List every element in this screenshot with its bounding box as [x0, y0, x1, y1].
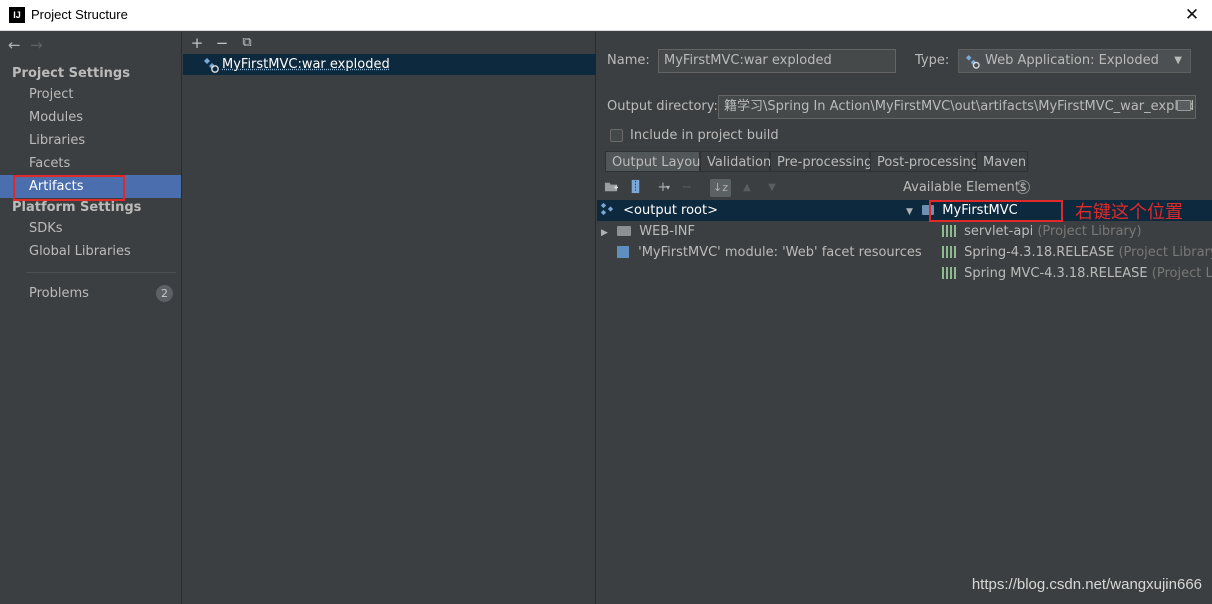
tree-item-label: WEB-INF [639, 224, 695, 239]
watermark: https://blog.csdn.net/wangxujin666 [971, 576, 1202, 593]
artifact-type-value: Web Application: Exploded [985, 53, 1159, 68]
create-archive-icon[interactable] [626, 179, 644, 197]
include-in-build-checkbox[interactable] [610, 129, 623, 142]
back-arrow-icon[interactable]: ← [8, 36, 26, 54]
add-dropdown-chevron-icon: ▾ [665, 183, 670, 192]
web-artifact-icon [965, 54, 980, 69]
add-artifact-button[interactable]: + [188, 34, 206, 52]
library-scope: (Project Library) [1151, 266, 1212, 281]
library-icon [942, 246, 956, 258]
history-navigation: ← → [8, 36, 48, 54]
web-artifact-icon [204, 58, 219, 73]
output-root-icon [600, 202, 614, 216]
sort-elements-button[interactable]: ↓z [710, 179, 731, 197]
tree-item-web-inf[interactable]: ▶ WEB-INF [601, 221, 695, 242]
annotation-text: 右键这个位置 [1075, 202, 1183, 223]
artifacts-list-panel: + − ⧉ MyFirstMVC:war exploded [183, 32, 596, 604]
library-icon [942, 225, 956, 237]
output-directory-label: Output directory: [607, 99, 718, 114]
browse-folder-icon[interactable] [1177, 100, 1191, 111]
project-settings-header: Project Settings [12, 66, 130, 81]
output-directory-value: 籍学习\Spring In Action\MyFirstMVC\out\arti… [724, 99, 1196, 114]
available-library-item[interactable]: Spring-4.3.18.RELEASE (Project Library) [942, 242, 1212, 263]
chevron-down-icon: ▼ [1174, 55, 1182, 66]
artifact-list-item[interactable]: MyFirstMVC:war exploded [183, 54, 596, 75]
sidebar-divider [26, 272, 176, 273]
tab-post-processing[interactable]: Post-processing [870, 151, 979, 172]
artifact-type-select[interactable]: Web Application: Exploded ▼ [958, 49, 1191, 73]
sidebar-item-problems[interactable]: Problems 2 [0, 282, 181, 305]
new-directory-icon[interactable] [602, 179, 620, 197]
help-icon[interactable]: ? [1016, 180, 1030, 194]
tree-item-facet-resources[interactable]: 'MyFirstMVC' module: 'Web' facet resourc… [617, 242, 922, 263]
copy-artifact-button[interactable]: ⧉ [238, 34, 256, 52]
artifact-details-panel: Name: MyFirstMVC:war exploded Type: Web … [597, 32, 1212, 604]
platform-settings-header: Platform Settings [12, 200, 142, 215]
collapse-arrow-icon[interactable]: ▼ [906, 202, 918, 223]
type-label: Type: [915, 53, 950, 68]
tab-output-layout[interactable]: Output Layout [605, 151, 705, 172]
sidebar: ← → Project Settings Project Modules Lib… [0, 32, 182, 604]
available-elements-label: Available Elements [903, 180, 1027, 195]
output-directory-field[interactable]: 籍学习\Spring In Action\MyFirstMVC\out\arti… [718, 95, 1196, 119]
problems-label: Problems [29, 286, 89, 301]
tab-validation[interactable]: Validation [700, 151, 771, 172]
remove-element-button[interactable]: − [678, 179, 696, 197]
library-name: Spring MVC-4.3.18.RELEASE [964, 266, 1148, 281]
title-bar: IJ Project Structure ✕ [0, 0, 1212, 31]
available-library-item[interactable]: Spring MVC-4.3.18.RELEASE (Project Libra… [942, 263, 1212, 284]
available-module-myfirstmvc[interactable]: ▼ MyFirstMVC [906, 200, 1018, 221]
library-scope: (Project Library) [1037, 224, 1142, 239]
sidebar-item-libraries[interactable]: Libraries [0, 129, 181, 152]
tab-maven[interactable]: Maven [976, 151, 1028, 172]
remove-artifact-button[interactable]: − [213, 34, 231, 52]
sidebar-item-sdks[interactable]: SDKs [0, 217, 181, 240]
move-up-button[interactable]: ▲ [738, 179, 756, 197]
include-in-build-label: Include in project build [630, 128, 779, 143]
library-name: Spring-4.3.18.RELEASE [964, 245, 1115, 260]
folder-icon [617, 226, 632, 236]
expand-arrow-icon[interactable]: ▶ [601, 223, 613, 244]
module-icon [922, 205, 935, 215]
tree-item-output-root[interactable]: <output root> [600, 200, 718, 221]
artifacts-toolbar: + − ⧉ [183, 32, 596, 54]
available-library-item[interactable]: servlet-api (Project Library) [942, 221, 1142, 242]
name-label: Name: [607, 53, 650, 68]
library-icon [942, 267, 956, 279]
artifact-name: MyFirstMVC:war exploded [222, 57, 390, 72]
sidebar-item-project[interactable]: Project [0, 83, 181, 106]
library-scope: (Project Library) [1118, 245, 1212, 260]
close-window-button[interactable]: ✕ [1180, 4, 1204, 26]
tree-item-label: 'MyFirstMVC' module: 'Web' facet resourc… [638, 245, 922, 260]
web-facet-icon [617, 246, 629, 258]
tab-pre-processing[interactable]: Pre-processing [770, 151, 872, 172]
sidebar-item-facets[interactable]: Facets [0, 152, 181, 175]
library-name: servlet-api [964, 224, 1034, 239]
available-module-label: MyFirstMVC [942, 203, 1018, 218]
sidebar-item-artifacts[interactable]: Artifacts [0, 175, 181, 198]
sidebar-item-modules[interactable]: Modules [0, 106, 181, 129]
forward-arrow-icon[interactable]: → [30, 36, 48, 54]
tree-item-label: <output root> [623, 203, 718, 218]
move-down-button[interactable]: ▼ [763, 179, 781, 197]
problems-count-badge: 2 [156, 285, 173, 302]
artifact-name-field[interactable]: MyFirstMVC:war exploded [658, 49, 896, 73]
sidebar-item-global-libraries[interactable]: Global Libraries [0, 240, 181, 263]
intellij-logo-icon: IJ [9, 7, 25, 23]
window-title: Project Structure [31, 7, 128, 22]
